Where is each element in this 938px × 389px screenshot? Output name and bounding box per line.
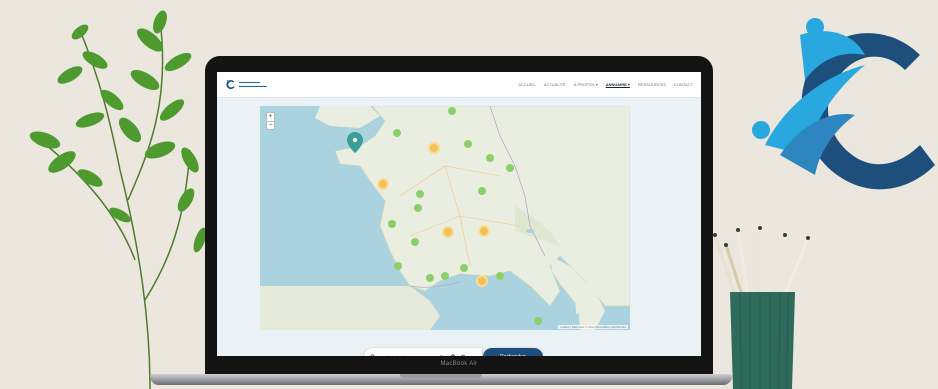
search-icon <box>370 354 375 356</box>
laptop: ▬▬▬▬▬▬ ▬▬▬▬▬▬▬▬ ACCUEIL ACTUALITÉ À PROPO… <box>205 56 713 376</box>
nav-a-propos[interactable]: À PROPOS ▾ <box>574 82 598 87</box>
zoom-in-button[interactable]: + <box>267 113 274 122</box>
structure-search-input[interactable] <box>380 354 436 356</box>
map-marker-single <box>416 190 424 198</box>
map-search-bar <box>364 348 482 356</box>
laptop-model-label: MacBook Air <box>440 361 478 367</box>
site-logo-icon <box>226 79 235 90</box>
plant-decoration <box>29 10 207 389</box>
map-marker-cluster <box>377 178 389 190</box>
map-marker-single <box>496 272 504 280</box>
map-tiles <box>260 106 630 330</box>
map-marker-cluster <box>442 226 454 238</box>
brand-logo <box>752 18 935 190</box>
map-marker-single <box>464 140 472 148</box>
map-marker-cluster <box>428 142 440 154</box>
search-submit-button[interactable]: Rechercher <box>483 348 543 356</box>
pencil-cup-decoration <box>713 226 810 389</box>
map-marker-single <box>393 129 401 137</box>
laptop-notch <box>400 374 482 378</box>
site-header: ▬▬▬▬▬▬ ▬▬▬▬▬▬▬▬ ACCUEIL ACTUALITÉ À PROPO… <box>217 72 701 98</box>
map-marker-cluster <box>476 275 488 287</box>
map-marker-single <box>448 107 456 115</box>
nav-contact[interactable]: CONTACT <box>674 82 693 87</box>
map-marker-single <box>441 272 449 280</box>
map-marker-cluster <box>478 225 490 237</box>
map-marker-single <box>486 154 494 162</box>
map-marker-single <box>506 164 514 172</box>
map-marker-single <box>478 187 486 195</box>
map-marker-single <box>388 220 396 228</box>
nav-accueil[interactable]: ACCUEIL <box>518 82 535 87</box>
lake-geneva <box>526 229 534 233</box>
uk-landmass <box>315 106 380 128</box>
nav-actualite[interactable]: ACTUALITÉ <box>544 82 566 87</box>
nav-ressources[interactable]: RESSOURCES <box>638 82 666 87</box>
map-marker-single <box>426 274 434 282</box>
laptop-base <box>150 374 732 385</box>
spain-landmass <box>260 286 440 330</box>
map-marker-single <box>460 264 468 272</box>
location-pin-icon[interactable] <box>450 354 456 356</box>
map-zoom-control: + − <box>266 112 275 130</box>
map-marker-single <box>414 204 422 212</box>
zoom-out-button[interactable]: − <box>267 122 274 130</box>
site-logo-text: ▬▬▬▬▬▬ ▬▬▬▬▬▬▬▬ <box>239 81 267 88</box>
map-marker-single <box>411 238 419 246</box>
nav-annuaire[interactable]: ANNUAIRE ▾ <box>606 82 630 87</box>
map-marker-single <box>534 317 542 325</box>
laptop-screen: ▬▬▬▬▬▬ ▬▬▬▬▬▬▬▬ ACCUEIL ACTUALITÉ À PROPO… <box>217 72 701 356</box>
filter-icon[interactable] <box>460 354 466 356</box>
site-nav-links: ACCUEIL ACTUALITÉ À PROPOS ▾ ANNUAIRE ▾ … <box>518 82 693 87</box>
map-view[interactable]: + − Leaflet | Map data © OpenStreetMap c… <box>260 106 630 330</box>
map-marker-single <box>394 262 402 270</box>
site-logo[interactable]: ▬▬▬▬▬▬ ▬▬▬▬▬▬▬▬ <box>225 79 273 90</box>
folder-icon[interactable] <box>440 354 446 356</box>
map-attribution: Leaflet | Map data © OpenStreetMap contr… <box>558 325 628 329</box>
